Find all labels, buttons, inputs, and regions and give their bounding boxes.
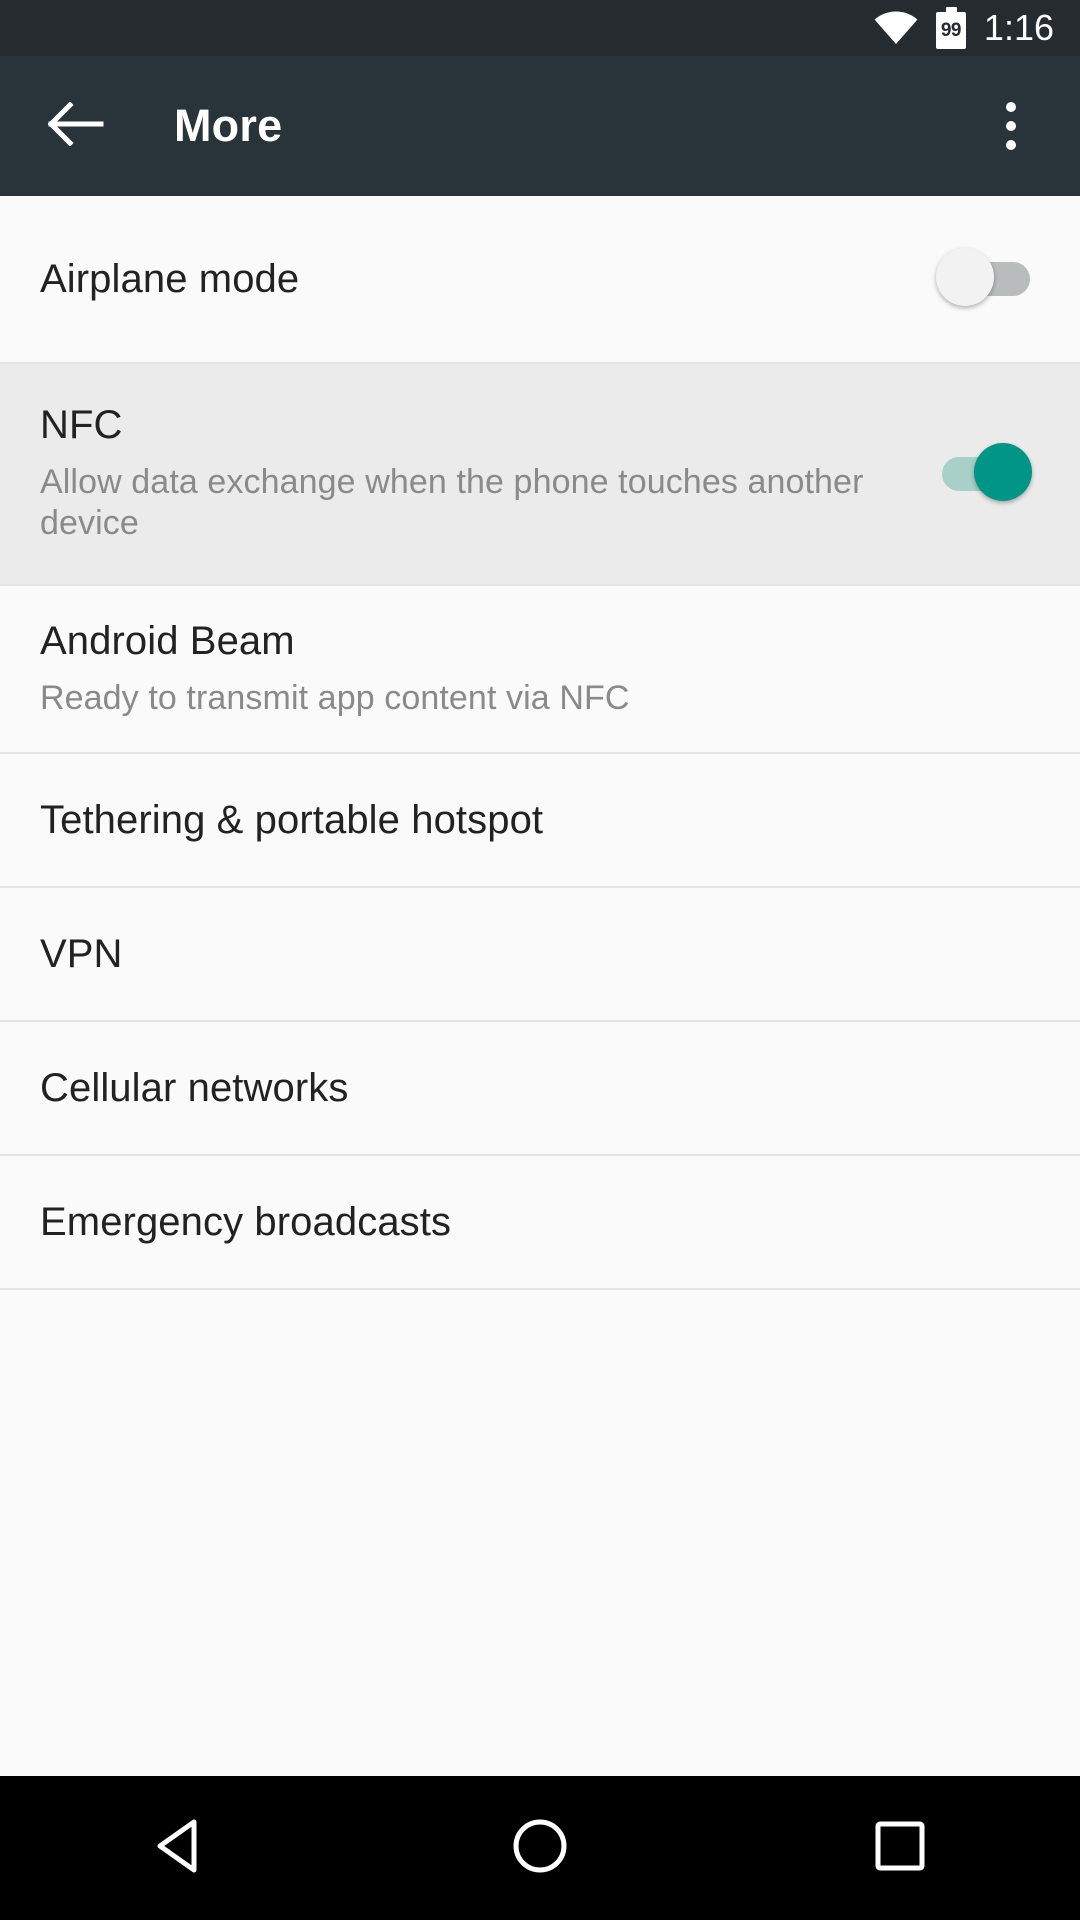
nav-home-button[interactable] [460, 1776, 620, 1920]
status-bar: 99 1:16 [0, 0, 1080, 56]
battery-icon: 99 [935, 7, 966, 49]
list-item-title: Airplane mode [40, 256, 300, 301]
list-item-nfc[interactable]: NFC Allow data exchange when the phone t… [0, 364, 1080, 586]
list-item-android-beam[interactable]: Android Beam Ready to transmit app conte… [0, 586, 1080, 754]
list-item-title: Android Beam [40, 618, 295, 663]
page-title: More [174, 100, 283, 151]
list-item-airplane-mode[interactable]: Airplane mode [0, 196, 1080, 364]
android-settings-more-screen: 99 1:16 More Airplane mode NFC Allow dat… [0, 0, 1080, 1920]
nav-recents-square-icon [874, 1820, 926, 1877]
overflow-menu-button[interactable] [976, 86, 1046, 166]
list-item-title: NFC [40, 403, 123, 448]
list-item-summary: Ready to transmit app content via NFC [40, 678, 630, 717]
list-item-cellular-networks[interactable]: Cellular networks [0, 1022, 1080, 1156]
wifi-icon [874, 11, 918, 45]
status-bar-icons: 99 1:16 [874, 7, 1054, 49]
nav-recents-button[interactable] [820, 1776, 980, 1920]
overflow-menu-icon-dot-2 [1006, 121, 1016, 131]
battery-level-label: 99 [940, 19, 962, 41]
navigation-bar [0, 1776, 1080, 1920]
nfc-switch[interactable] [938, 443, 1034, 505]
list-item-text: NFC Allow data exchange when the phone t… [40, 403, 938, 545]
list-item-text: Emergency broadcasts [40, 1200, 1044, 1245]
airplane-mode-switch[interactable] [936, 248, 1034, 310]
list-item-title: Tethering & portable hotspot [40, 797, 544, 842]
back-button[interactable] [44, 94, 108, 158]
arrow-back-icon [47, 100, 104, 151]
list-item-text: Android Beam Ready to transmit app conte… [40, 619, 1044, 719]
list-item-title: Emergency broadcasts [40, 1199, 452, 1244]
overflow-menu-icon-dot-3 [1006, 140, 1016, 150]
list-item-emergency-broadcasts[interactable]: Emergency broadcasts [0, 1156, 1080, 1290]
nav-back-triangle-icon [154, 1818, 206, 1879]
settings-list: Airplane mode NFC Allow data exchange wh… [0, 196, 1080, 1776]
overflow-menu-icon [1006, 102, 1016, 112]
switch-thumb [936, 248, 994, 306]
list-item-text: Airplane mode [40, 257, 938, 302]
list-item-vpn[interactable]: VPN [0, 888, 1080, 1022]
list-item-tethering[interactable]: Tethering & portable hotspot [0, 754, 1080, 888]
list-item-text: VPN [40, 932, 1044, 977]
list-item-title: Cellular networks [40, 1065, 349, 1110]
list-item-text: Cellular networks [40, 1066, 1044, 1111]
nav-back-button[interactable] [100, 1776, 260, 1920]
list-item-summary: Allow data exchange when the phone touch… [40, 462, 864, 543]
switch-thumb [974, 443, 1032, 501]
nav-home-circle-icon [512, 1818, 568, 1879]
list-item-text: Tethering & portable hotspot [40, 798, 1044, 843]
list-item-title: VPN [40, 931, 123, 976]
app-bar: More [0, 56, 1080, 196]
status-bar-clock: 1:16 [983, 7, 1054, 48]
